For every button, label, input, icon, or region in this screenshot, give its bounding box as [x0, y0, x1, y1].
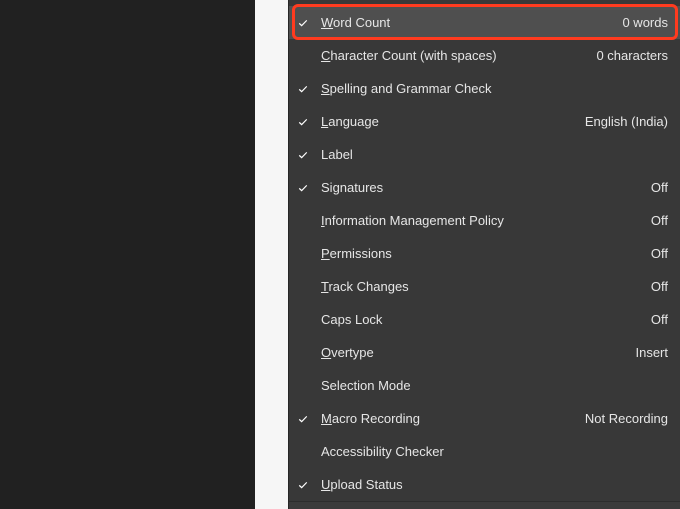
menu-item-label: Signatures — [317, 180, 643, 195]
menu-item-value: Off — [643, 180, 668, 195]
menu-item-label: Permissions — [317, 246, 643, 261]
menu-item-spelling-grammar[interactable]: Spelling and Grammar Check — [289, 72, 680, 105]
menu-item-label: Word Count — [317, 15, 614, 30]
menu-item-label: Track Changes — [317, 279, 643, 294]
menu-item-value: English (India) — [577, 114, 668, 129]
menu-item-permissions[interactable]: Permissions Off — [289, 237, 680, 270]
menu-item-selection-mode[interactable]: Selection Mode — [289, 369, 680, 402]
menu-item-value: Off — [643, 213, 668, 228]
menu-item-label: Caps Lock — [317, 312, 643, 327]
menu-item-value: 0 words — [614, 15, 668, 30]
menu-item-label: Language — [317, 114, 577, 129]
menu-item-word-count[interactable]: Word Count 0 words — [289, 6, 680, 39]
menu-item-label: Character Count (with spaces) — [317, 48, 588, 63]
menu-item-value: Not Recording — [577, 411, 668, 426]
menu-item-character-count[interactable]: Character Count (with spaces) 0 characte… — [289, 39, 680, 72]
check-icon — [289, 182, 317, 194]
menu-item-overtype[interactable]: Overtype Insert — [289, 336, 680, 369]
menu-item-track-changes[interactable]: Track Changes Off — [289, 270, 680, 303]
check-icon — [289, 479, 317, 491]
check-icon — [289, 83, 317, 95]
document-page-edge — [255, 0, 289, 509]
check-icon — [289, 149, 317, 161]
menu-item-signatures[interactable]: Signatures Off — [289, 171, 680, 204]
status-bar-customize-menu: Word Count 0 words Character Count (with… — [289, 0, 680, 509]
menu-item-label: Upload Status — [317, 477, 660, 492]
menu-item-label: Spelling and Grammar Check — [317, 81, 660, 96]
menu-item-value: Off — [643, 312, 668, 327]
menu-item-value: Off — [643, 279, 668, 294]
check-icon — [289, 17, 317, 29]
menu-item-label: Information Management Policy — [317, 213, 643, 228]
check-icon — [289, 413, 317, 425]
menu-item-value: 0 characters — [588, 48, 668, 63]
check-icon — [289, 116, 317, 128]
menu-item-language[interactable]: Language English (India) — [289, 105, 680, 138]
menu-item-accessibility-checker[interactable]: Accessibility Checker — [289, 435, 680, 468]
document-dark-background — [0, 0, 255, 509]
chevron-down-icon — [478, 506, 492, 509]
menu-item-value: Insert — [627, 345, 668, 360]
menu-item-info-management-policy[interactable]: Information Management Policy Off — [289, 204, 680, 237]
menu-item-label: Label — [317, 147, 660, 162]
menu-item-caps-lock[interactable]: Caps Lock Off — [289, 303, 680, 336]
menu-item-macro-recording[interactable]: Macro Recording Not Recording — [289, 402, 680, 435]
menu-item-label: Selection Mode — [317, 378, 660, 393]
menu-scroll-down-button[interactable] — [289, 501, 680, 509]
menu-item-upload-status[interactable]: Upload Status — [289, 468, 680, 501]
menu-item-value: Off — [643, 246, 668, 261]
menu-item-label: Overtype — [317, 345, 627, 360]
menu-item-label: Macro Recording — [317, 411, 577, 426]
menu-item-label: Accessibility Checker — [317, 444, 660, 459]
menu-item-label-option[interactable]: Label — [289, 138, 680, 171]
